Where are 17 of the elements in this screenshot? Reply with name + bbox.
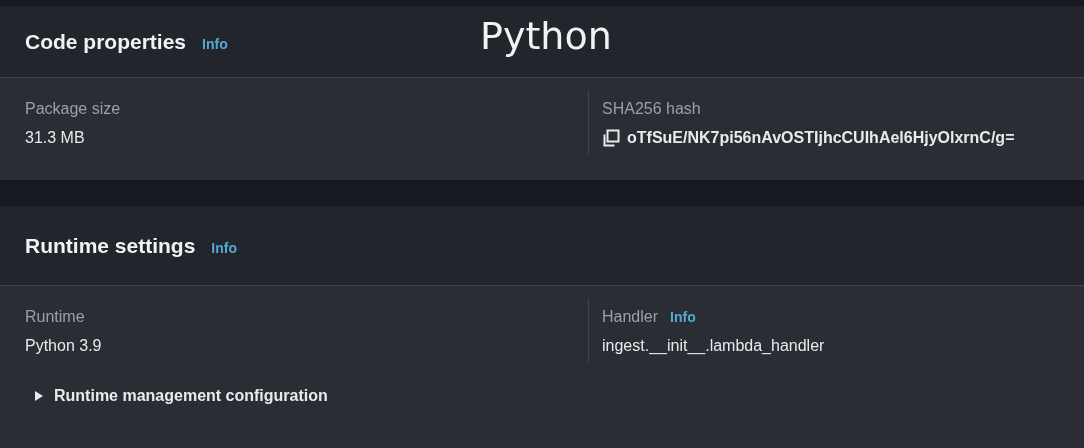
field-value: 31.3 MB bbox=[25, 129, 85, 147]
info-link[interactable]: Info bbox=[202, 35, 228, 52]
field-label: Runtime bbox=[25, 308, 85, 326]
panel-title: Code properties bbox=[25, 29, 187, 54]
field-label: Handler bbox=[602, 308, 659, 326]
copy-icon[interactable] bbox=[602, 129, 620, 147]
field-value: oTfSuE/NK7pi56nAvOSTIjhcCUIhAel6HjyOlxrnC/g= bbox=[627, 129, 1015, 147]
field-value: ingest.__init__.lambda_handler bbox=[602, 337, 825, 355]
info-link[interactable]: Info bbox=[211, 239, 237, 256]
field-label: Package size bbox=[25, 100, 121, 118]
caret-right-icon bbox=[33, 390, 45, 402]
field-label: SHA256 hash bbox=[602, 100, 701, 118]
panel-title: Runtime settings bbox=[25, 233, 196, 258]
annotation-text: Python bbox=[480, 14, 612, 58]
field-value: Python 3.9 bbox=[25, 337, 102, 355]
info-link[interactable]: Info bbox=[670, 309, 696, 325]
expander-toggle[interactable]: Runtime management configuration bbox=[33, 387, 328, 405]
